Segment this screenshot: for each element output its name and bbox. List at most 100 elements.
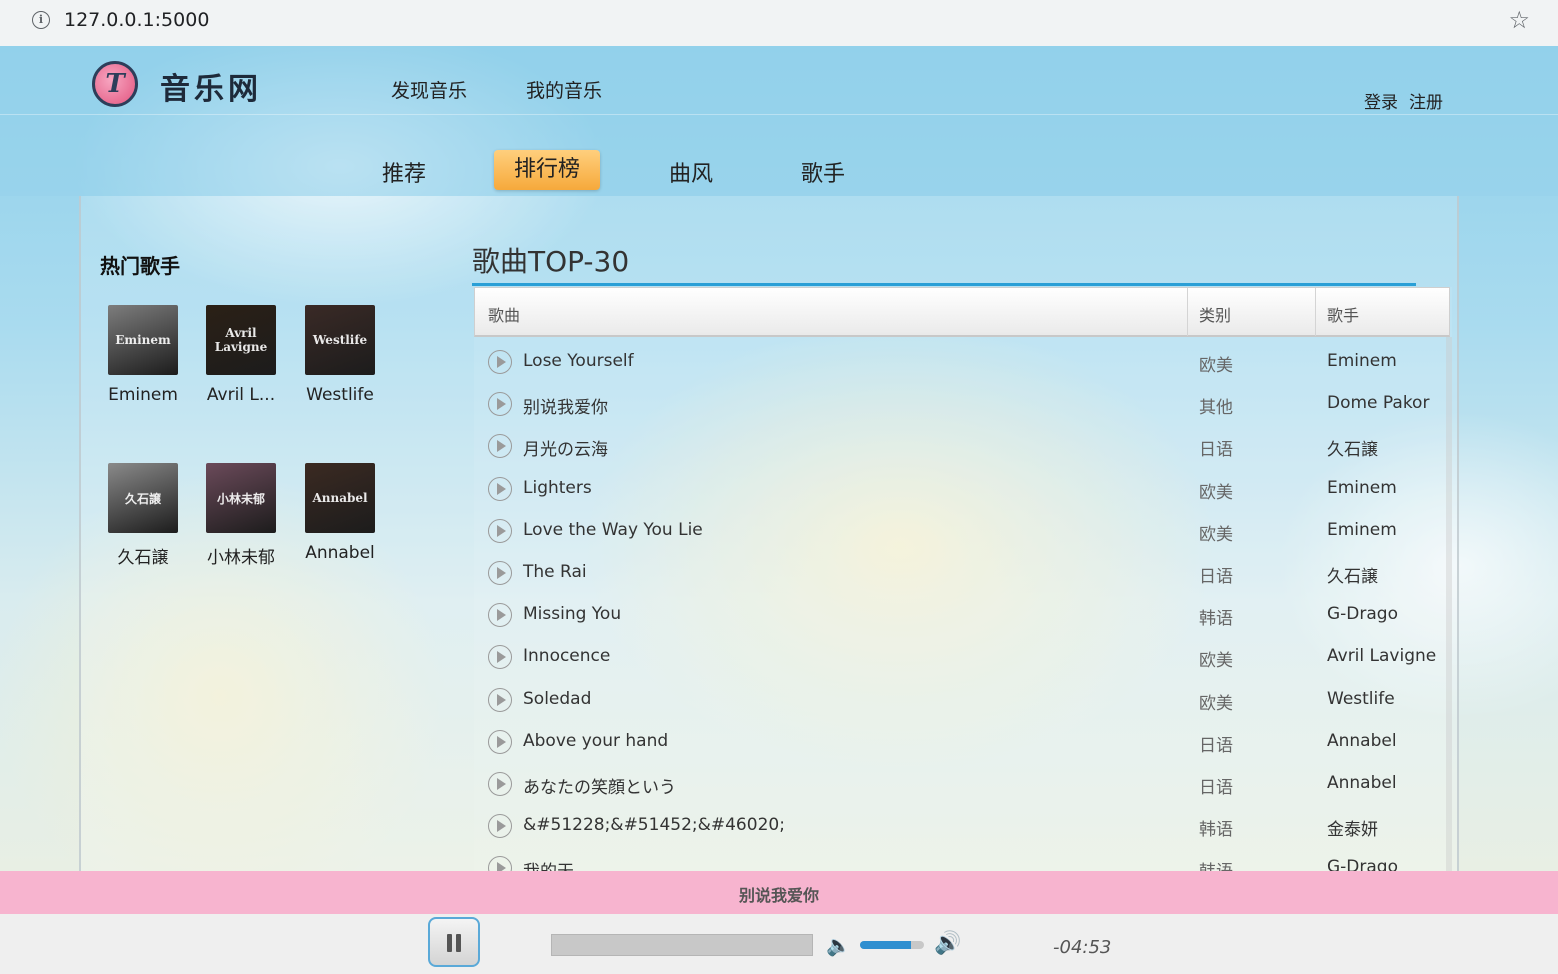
song-name[interactable]: The Rai xyxy=(523,562,587,582)
play-circle-icon[interactable] xyxy=(488,814,512,839)
table-row[interactable]: The Rai 日语 久石譲 xyxy=(474,552,1444,594)
artist-photo[interactable]: Westlife xyxy=(305,305,375,375)
song-name[interactable]: Innocence xyxy=(523,646,610,666)
song-singer[interactable]: 金泰妍 xyxy=(1327,815,1378,840)
song-singer[interactable]: 久石譲 xyxy=(1327,435,1378,460)
play-circle-icon[interactable] xyxy=(488,561,512,585)
song-name[interactable]: 月光の云海 xyxy=(523,435,608,460)
song-name[interactable]: &#51228;&#51452;&#46020; xyxy=(523,815,785,835)
play-circle-icon[interactable] xyxy=(488,518,512,543)
tab-genres[interactable]: 曲风 xyxy=(669,156,713,188)
volume-max-icon[interactable]: 🔊 xyxy=(934,931,961,956)
artist-card[interactable]: Annabel Annabel xyxy=(290,463,390,563)
table-row[interactable]: Lose Yourself 欧美 Eminem xyxy=(474,341,1444,383)
song-name[interactable]: Soledad xyxy=(523,689,591,709)
song-singer[interactable]: Eminem xyxy=(1327,351,1397,371)
song-singer[interactable]: Avril Lavigne xyxy=(1327,646,1436,666)
play-circle-icon[interactable] xyxy=(488,687,512,712)
table-row[interactable]: Love the Way You Lie 欧美 Eminem xyxy=(474,510,1444,552)
nav-discover-music[interactable]: 发现音乐 xyxy=(391,76,467,103)
play-circle-icon[interactable] xyxy=(488,434,512,459)
artist-name[interactable]: Eminem xyxy=(93,385,193,405)
song-name[interactable]: Missing You xyxy=(523,604,621,624)
song-singer[interactable]: Westlife xyxy=(1327,689,1395,709)
song-name[interactable]: Lighters xyxy=(523,478,592,498)
artist-card[interactable]: 小林未郁 小林未郁 xyxy=(191,463,291,568)
artist-name[interactable]: Westlife xyxy=(290,385,390,405)
artist-name[interactable]: Avril L... xyxy=(191,385,291,405)
artist-card[interactable]: Westlife Westlife xyxy=(290,305,390,405)
column-header-category[interactable]: 类别 xyxy=(1199,302,1231,326)
song-category: 欧美 xyxy=(1199,524,1233,545)
song-name[interactable]: 别说我爱你 xyxy=(523,393,608,418)
pause-button[interactable] xyxy=(428,917,480,967)
url-text[interactable]: 127.0.0.1:5000 xyxy=(64,9,209,31)
artist-photo[interactable]: Eminem xyxy=(108,305,178,375)
tab-singers[interactable]: 歌手 xyxy=(801,156,845,188)
song-name[interactable]: 我的天 xyxy=(523,857,574,872)
play-circle-icon[interactable] xyxy=(488,350,512,374)
table-row[interactable]: Missing You 韩语 G-Drago xyxy=(474,594,1444,636)
now-playing-bar: 别说我爱你 xyxy=(0,871,1558,914)
artist-photo[interactable]: Avril Lavigne xyxy=(206,305,276,375)
table-row[interactable]: 月光の云海 日语 久石譲 xyxy=(474,425,1444,467)
bookmark-star-icon[interactable]: ☆ xyxy=(1508,6,1530,34)
browser-address-bar: i 127.0.0.1:5000 ☆ xyxy=(0,0,1558,46)
play-circle-icon[interactable] xyxy=(488,392,512,417)
artist-card[interactable]: Avril Lavigne Avril L... xyxy=(191,305,291,405)
table-row[interactable]: &#51228;&#51452;&#46020; 韩语 金泰妍 xyxy=(474,805,1444,847)
play-circle-icon[interactable] xyxy=(488,476,512,501)
song-singer[interactable]: Dome Pakor xyxy=(1327,393,1429,413)
play-circle-icon[interactable] xyxy=(488,645,512,670)
tab-charts[interactable]: 排行榜 xyxy=(494,150,601,190)
site-name[interactable]: 音乐网 xyxy=(160,64,262,108)
table-row[interactable]: あなたの笑顔という 日语 Annabel xyxy=(474,763,1444,805)
song-name[interactable]: Lose Yourself xyxy=(523,351,634,371)
artist-photo[interactable]: Annabel xyxy=(305,463,375,533)
table-row[interactable]: Soledad 欧美 Westlife xyxy=(474,679,1444,721)
artist-card[interactable]: 久石譲 久石譲 xyxy=(93,463,193,568)
song-name[interactable]: あなたの笑顔という xyxy=(523,773,676,798)
artist-card[interactable]: Eminem Eminem xyxy=(93,305,193,405)
artist-name[interactable]: Annabel xyxy=(290,543,390,563)
table-row[interactable]: Innocence 欧美 Avril Lavigne xyxy=(474,636,1444,678)
column-header-song[interactable]: 歌曲 xyxy=(488,302,520,326)
song-singer[interactable]: Eminem xyxy=(1327,520,1397,540)
song-singer[interactable]: G-Drago xyxy=(1327,604,1398,624)
play-circle-icon[interactable] xyxy=(488,729,512,754)
login-link[interactable]: 登录 xyxy=(1364,88,1398,113)
pause-icon xyxy=(456,934,461,952)
mute-icon[interactable]: 🔈 xyxy=(826,933,851,957)
song-singer[interactable]: Annabel xyxy=(1327,773,1397,793)
column-divider xyxy=(1315,288,1316,336)
tab-recommend[interactable]: 推荐 xyxy=(382,156,426,188)
play-circle-icon[interactable] xyxy=(488,603,512,628)
volume-slider[interactable] xyxy=(860,941,924,949)
progress-bar[interactable] xyxy=(551,934,813,956)
artist-photo[interactable]: 久石譲 xyxy=(108,463,178,533)
omnibox[interactable] xyxy=(16,2,1542,40)
play-circle-icon[interactable] xyxy=(488,856,512,872)
table-scrollbar[interactable] xyxy=(1446,337,1452,872)
song-name[interactable]: Above your hand xyxy=(523,731,668,751)
song-singer[interactable]: G-Drago xyxy=(1327,857,1398,872)
artist-name[interactable]: 小林未郁 xyxy=(191,543,291,568)
artist-photo[interactable]: 小林未郁 xyxy=(206,463,276,533)
table-row[interactable]: 别说我爱你 其他 Dome Pakor xyxy=(474,383,1444,425)
song-singer[interactable]: 久石譲 xyxy=(1327,562,1378,587)
song-category: 日语 xyxy=(1199,440,1233,461)
site-info-icon[interactable]: i xyxy=(32,11,50,29)
table-row[interactable]: Lighters 欧美 Eminem xyxy=(474,468,1444,510)
artist-name[interactable]: 久石譲 xyxy=(93,543,193,568)
nav-my-music[interactable]: 我的音乐 xyxy=(526,76,602,103)
play-circle-icon[interactable] xyxy=(488,772,512,796)
song-name[interactable]: Love the Way You Lie xyxy=(523,520,703,540)
column-header-singer[interactable]: 歌手 xyxy=(1327,302,1359,326)
song-singer[interactable]: Eminem xyxy=(1327,478,1397,498)
song-category: 欧美 xyxy=(1199,356,1233,376)
site-logo-icon[interactable]: T xyxy=(92,61,138,107)
table-row[interactable]: 我的天 韩语 G-Drago xyxy=(474,847,1444,872)
register-link[interactable]: 注册 xyxy=(1409,88,1443,113)
table-row[interactable]: Above your hand 日语 Annabel xyxy=(474,721,1444,763)
song-singer[interactable]: Annabel xyxy=(1327,731,1397,751)
